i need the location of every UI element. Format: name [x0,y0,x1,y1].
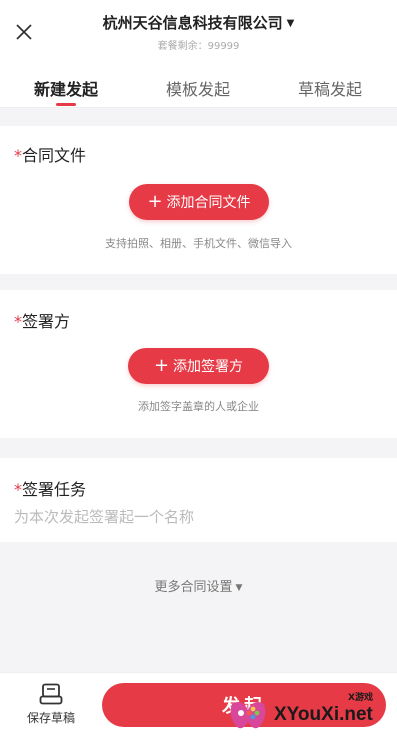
header: 杭州天谷信息科技有限公司 ▼ 套餐剩余：99999 [0,0,397,62]
signing-task-title: *签署任务 [14,480,87,499]
signing-task-section: *签署任务 [0,458,397,542]
more-settings-toggle[interactable]: 更多合同设置 ▼ [0,576,397,595]
draft-icon [39,683,63,705]
plus-icon: + [153,355,170,376]
signer-hint: 添加签字盖章的人或企业 [138,400,259,413]
save-draft-button[interactable]: 保存草稿 [18,683,84,733]
company-name: 杭州天谷信息科技有限公司 [102,14,283,32]
tab-new[interactable]: 新建发起 [16,76,116,100]
add-contract-file-button[interactable]: + 添加合同文件 [129,184,269,220]
required-mark: * [14,480,22,499]
required-mark: * [14,312,22,331]
plus-icon: + [147,191,163,212]
required-mark: * [14,146,22,165]
caret-down-icon: ▼ [235,583,243,593]
add-signer-button[interactable]: + 添加签署方 [128,348,269,384]
contract-file-hint: 支持拍照、相册、手机文件、微信导入 [105,237,292,250]
quota-text: 套餐剩余：99999 [157,41,240,52]
tab-template[interactable]: 模板发起 [148,76,248,100]
signer-section: *签署方 + 添加签署方 添加签字盖章的人或企业 [0,290,397,438]
caret-down-icon: ▼ [286,18,295,29]
company-selector[interactable]: 杭州天谷信息科技有限公司 ▼ [0,12,397,33]
gamepad-logo-icon [230,702,266,729]
signer-title: *签署方 [14,312,71,331]
task-name-input[interactable] [14,508,384,526]
tab-active-indicator [56,103,76,106]
more-settings-label: 更多合同设置 [154,580,233,595]
watermark-small-text: X游戏 [348,693,373,703]
tab-bar: 新建发起 模板发起 草稿发起 [0,62,397,108]
contract-file-section: *合同文件 + 添加合同文件 支持拍照、相册、手机文件、微信导入 [0,126,397,274]
contract-file-title: *合同文件 [14,146,87,165]
tab-draft[interactable]: 草稿发起 [280,76,380,100]
watermark-text: XYouXi.net [274,704,373,725]
watermark: X游戏 XYouXi.net [228,690,388,740]
save-draft-label: 保存草稿 [26,711,75,725]
